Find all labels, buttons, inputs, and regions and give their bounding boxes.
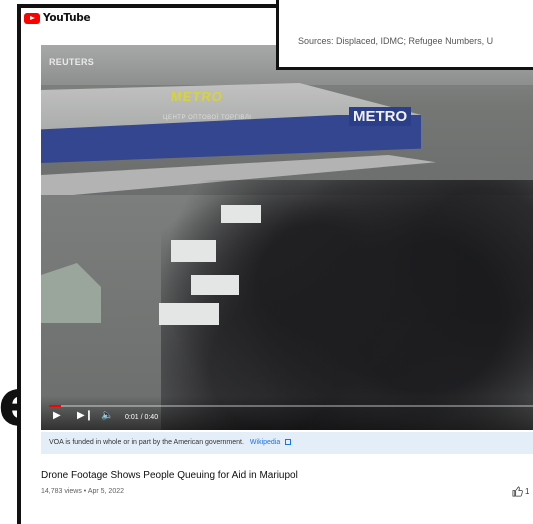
youtube-play-icon xyxy=(24,12,40,24)
video-truck xyxy=(221,205,261,223)
youtube-logo-text: YouTube xyxy=(43,12,91,24)
video-truck xyxy=(171,240,216,262)
funding-banner: VOA is funded in whole or in part by the… xyxy=(41,432,533,454)
video-controls xyxy=(41,396,533,430)
video-truck xyxy=(159,303,219,325)
wikipedia-link[interactable]: Wikipedia xyxy=(250,439,280,446)
like-count: 1 xyxy=(525,487,530,496)
youtube-logo[interactable]: YouTube xyxy=(24,12,91,24)
building-sign: ЦЕНТР ОПТОВОЇ ТОРГІВЛІ xyxy=(163,115,252,121)
volume-icon[interactable]: 🔈 xyxy=(101,411,113,421)
like-button[interactable]: 1 xyxy=(512,486,529,497)
sources-overlay: Sources: Displaced, IDMC; Refugee Number… xyxy=(276,0,533,70)
video-meta: 14,783 views • Apr 5, 2022 xyxy=(41,488,125,495)
external-link-icon xyxy=(285,439,292,445)
roof-sign: METRO xyxy=(170,89,224,104)
funding-text: VOA is funded in whole or in part by the… xyxy=(49,439,244,446)
funding-text-wrapper: VOA is funded in whole or in part by the… xyxy=(49,439,292,446)
video-title[interactable]: Drone Footage Shows People Queuing for A… xyxy=(41,470,298,481)
video-player[interactable]: METRO METRO ЦЕНТР ОПТОВОЇ ТОРГІВЛІ REUTE… xyxy=(41,45,533,430)
thumbs-up-icon xyxy=(512,486,523,497)
video-progress-fill xyxy=(49,405,62,407)
video-truck xyxy=(191,275,239,295)
video-progress-bar[interactable] xyxy=(49,405,533,407)
sources-text: Sources: Displaced, IDMC; Refugee Number… xyxy=(298,36,494,46)
play-icon[interactable]: ▶ xyxy=(53,411,61,421)
wall-sign: METRO xyxy=(349,107,412,126)
next-icon[interactable]: ▶❙ xyxy=(77,411,93,421)
video-time: 0:01 / 0:40 xyxy=(125,414,159,421)
reuters-watermark: REUTERS xyxy=(49,57,95,67)
